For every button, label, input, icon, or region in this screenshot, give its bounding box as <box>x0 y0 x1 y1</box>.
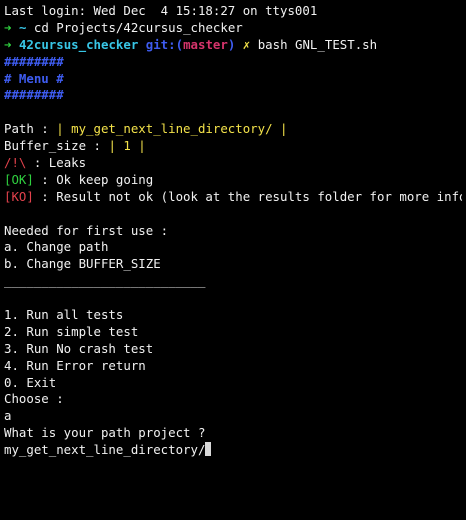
path-line: Path : | my_get_next_line_directory/ | <box>4 121 462 138</box>
menu-option-2: 2. Run simple test <box>4 323 139 339</box>
menu-border-top: ######## <box>4 53 64 69</box>
menu-option-0: 0. Exit <box>4 374 57 390</box>
menu-option-3: 3. Run No crash test <box>4 340 154 356</box>
menu-title: # Menu # <box>4 70 64 86</box>
path-input[interactable]: my_get_next_line_directory/ <box>4 442 205 457</box>
text-cursor <box>205 442 212 457</box>
prompt-cwd: 42cursus_checker <box>18 36 139 52</box>
ko-text: : Result not ok (look at the results fol… <box>33 188 462 204</box>
buffer-size-label: Buffer_size : <box>4 138 109 154</box>
choose-input: a <box>4 408 12 424</box>
choose-prompt: Choose : <box>4 391 64 407</box>
ko-tag: [KO] <box>4 188 34 204</box>
git-prefix: git:( <box>145 36 184 52</box>
path-value: | my_get_next_line_directory/ | <box>56 121 288 137</box>
legend-ok: [OK] : Ok keep going <box>4 172 462 189</box>
menu-option-4: 4. Run Error return <box>4 357 146 373</box>
git-branch: master <box>183 36 228 52</box>
menu-option-b: b. Change BUFFER_SIZE <box>4 256 161 272</box>
prompt-cwd: ~ <box>18 19 27 35</box>
terminal-window[interactable]: Last login: Wed Dec 4 15:18:27 on ttys00… <box>0 0 466 520</box>
git-dirty-icon: ✗ <box>242 36 251 52</box>
path-label: Path : <box>4 121 57 137</box>
last-login-text: Last login: Wed Dec 4 15:18:27 on ttys00… <box>4 3 318 18</box>
menu-option-a: a. Change path <box>4 239 109 255</box>
leaks-text: : Leaks <box>26 155 87 171</box>
prompt-arrow-icon: ➜ <box>4 19 12 35</box>
prompt-command: cd Projects/42cursus_checker <box>33 19 243 35</box>
buffer-size-value: | 1 | <box>108 138 146 154</box>
prompt-line-2: ➜ 42cursus_checker git:(master) ✗ bash G… <box>4 37 462 54</box>
needed-header: Needed for first use : <box>4 222 169 238</box>
separator: ___________________________ <box>4 273 206 289</box>
prompt-arrow-icon: ➜ <box>4 36 12 52</box>
legend-leaks: /!\ : Leaks <box>4 155 462 172</box>
last-login-line: Last login: Wed Dec 4 15:18:27 on ttys00… <box>4 3 462 20</box>
buffer-size-line: Buffer_size : | 1 | <box>4 138 462 155</box>
prompt-command: bash GNL_TEST.sh <box>257 36 378 52</box>
input-line[interactable]: my_get_next_line_directory/ <box>4 442 462 459</box>
leaks-tag: /!\ <box>4 155 27 171</box>
prompt-line-1: ➜ ~ cd Projects/42cursus_checker <box>4 20 462 37</box>
ok-tag: [OK] <box>4 171 34 187</box>
path-question: What is your path project ? <box>4 425 206 441</box>
menu-option-1: 1. Run all tests <box>4 307 124 323</box>
ok-text: : Ok keep going <box>33 171 154 187</box>
git-suffix: ) <box>227 36 236 52</box>
menu-border-bottom: ######## <box>4 87 64 103</box>
legend-ko: [KO] : Result not ok (look at the result… <box>4 189 462 206</box>
